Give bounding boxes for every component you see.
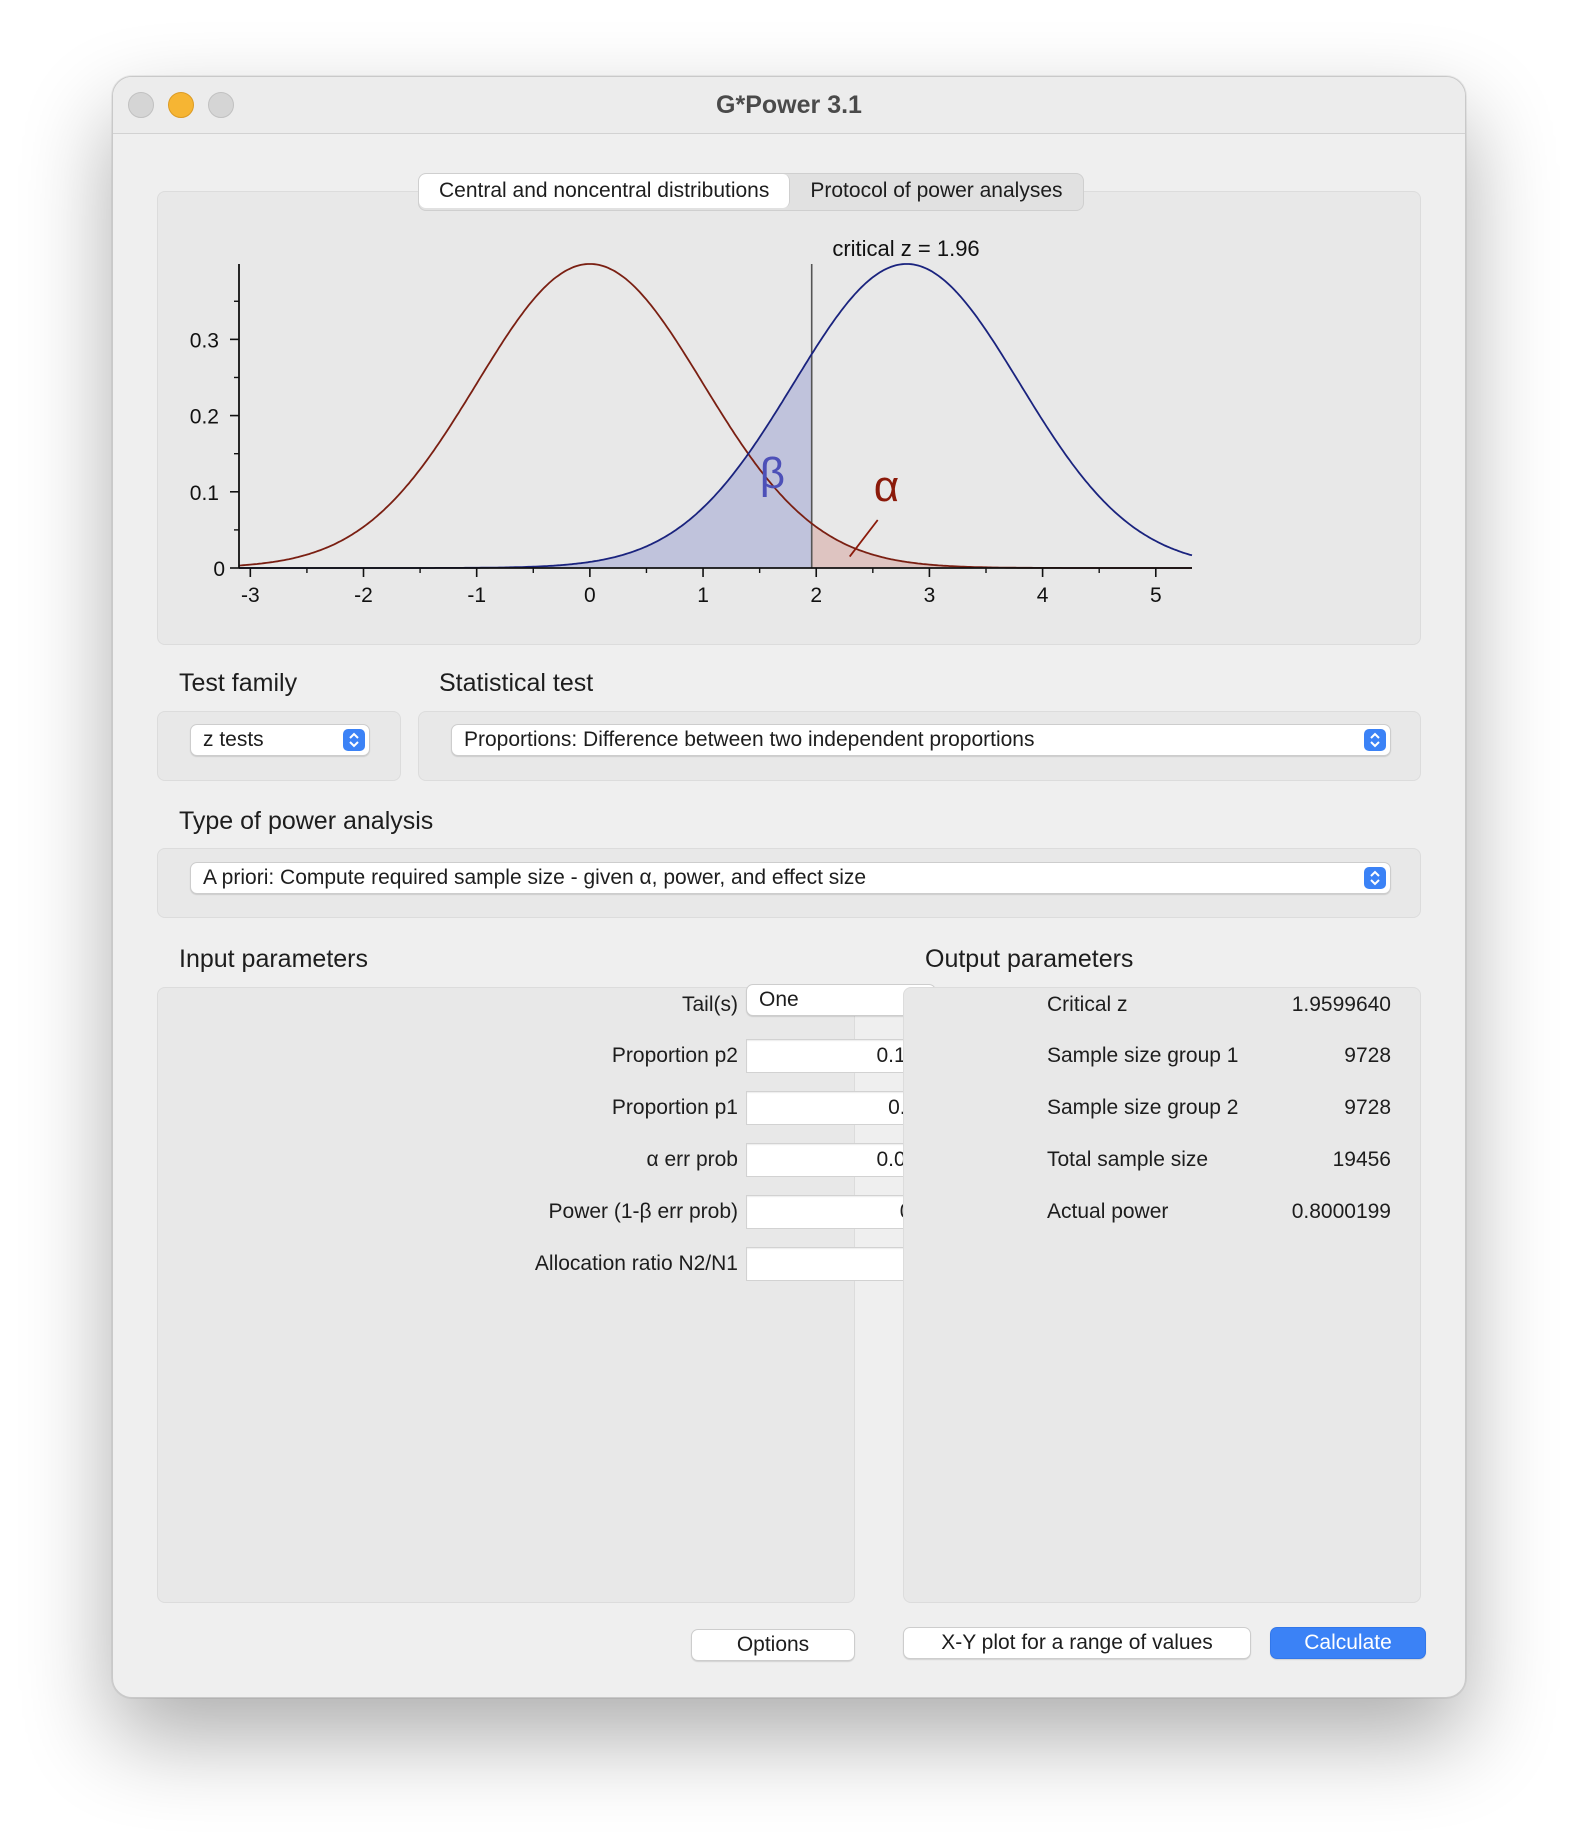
test-family-value: z tests [203, 728, 264, 751]
distribution-chart: critical z = 1.96 -3 -2 -1 0 1 2 3 4 5 0 0.1 0.2 0.… [190, 236, 1193, 607]
power-label: Power (1-β err prob) [548, 1200, 738, 1223]
tails-value: One [759, 988, 799, 1011]
allocation-ratio-label: Allocation ratio N2/N1 [534, 1252, 738, 1275]
test-family-label: Test family [179, 669, 298, 697]
app-window: G*Power 3.1 Central and noncentral distr… [112, 76, 1466, 1698]
chevron-up-down-icon [343, 729, 365, 751]
options-button[interactable]: Options [691, 1629, 855, 1661]
y-axis-ticks: 0 0.1 0.2 0.3 [190, 300, 239, 581]
y-tick-label: 0.3 [190, 329, 219, 352]
alpha-region [811, 523, 1192, 568]
x-tick-label: 3 [924, 584, 936, 607]
proportion-p2-label: Proportion p2 [611, 1044, 738, 1067]
proportion-p1-label: Proportion p1 [611, 1096, 738, 1119]
calculate-button[interactable]: Calculate [1270, 1627, 1426, 1659]
alpha-err-prob-label: α err prob [646, 1148, 738, 1171]
input-parameters-panel [157, 987, 855, 1603]
output-value: 0.8000199 [1291, 1200, 1391, 1223]
output-label: Total sample size [1047, 1148, 1209, 1171]
output-label: Sample size group 1 [1047, 1044, 1239, 1067]
beta-region [239, 354, 812, 568]
statistical-test-label: Statistical test [439, 669, 594, 697]
x-tick-label: 4 [1037, 584, 1049, 607]
power-analysis-label: Type of power analysis [179, 807, 434, 835]
tab-distributions[interactable]: Central and noncentral distributions [419, 174, 791, 208]
tab-protocol[interactable]: Protocol of power analyses [790, 174, 1082, 208]
output-label: Critical z [1047, 993, 1128, 1016]
critical-z-title: critical z = 1.96 [832, 236, 979, 261]
beta-label: β [760, 449, 785, 498]
x-tick-label: 5 [1150, 584, 1162, 607]
tab-bar: Central and noncentral distributions Pro… [418, 173, 1084, 211]
window-title: G*Power 3.1 [716, 91, 862, 119]
title-bar: G*Power 3.1 [113, 77, 1465, 134]
x-tick-label: -3 [241, 584, 260, 607]
y-tick-label: 0 [213, 558, 225, 581]
tails-label: Tail(s) [682, 993, 738, 1016]
x-tick-label: -1 [467, 584, 486, 607]
x-tick-label: 0 [584, 584, 596, 607]
alpha-label: α [874, 462, 899, 511]
test-family-select[interactable]: z tests [190, 724, 370, 756]
statistical-test-select[interactable]: Proportions: Difference between two inde… [451, 724, 1391, 756]
x-tick-label: -2 [354, 584, 373, 607]
chevron-up-down-icon [1364, 867, 1386, 889]
power-analysis-value: A priori: Compute required sample size -… [203, 866, 867, 889]
chart-panel: critical z = 1.96 -3 -2 -1 0 1 2 3 4 5 0 0.1 0.2 0.… [157, 191, 1421, 645]
statistical-test-value: Proportions: Difference between two inde… [464, 728, 1035, 751]
x-tick-label: 1 [697, 584, 709, 607]
y-tick-label: 0.2 [190, 406, 219, 429]
output-value: 9728 [1344, 1044, 1391, 1067]
x-tick-label: 2 [810, 584, 822, 607]
xy-plot-button[interactable]: X-Y plot for a range of values [903, 1627, 1251, 1659]
output-value: 19456 [1332, 1148, 1391, 1171]
power-analysis-select[interactable]: A priori: Compute required sample size -… [190, 862, 1391, 894]
input-parameters-title: Input parameters [179, 945, 368, 973]
output-label: Sample size group 2 [1047, 1096, 1239, 1119]
x-axis-ticks: -3 -2 -1 0 1 2 3 4 5 [241, 568, 1162, 607]
output-label: Actual power [1047, 1200, 1169, 1223]
output-parameters-panel [903, 987, 1421, 1603]
y-tick-label: 0.1 [190, 482, 219, 505]
output-parameters-title: Output parameters [925, 945, 1134, 973]
chevron-up-down-icon [1364, 729, 1386, 751]
output-value: 1.9599640 [1291, 993, 1391, 1016]
output-value: 9728 [1344, 1096, 1391, 1119]
